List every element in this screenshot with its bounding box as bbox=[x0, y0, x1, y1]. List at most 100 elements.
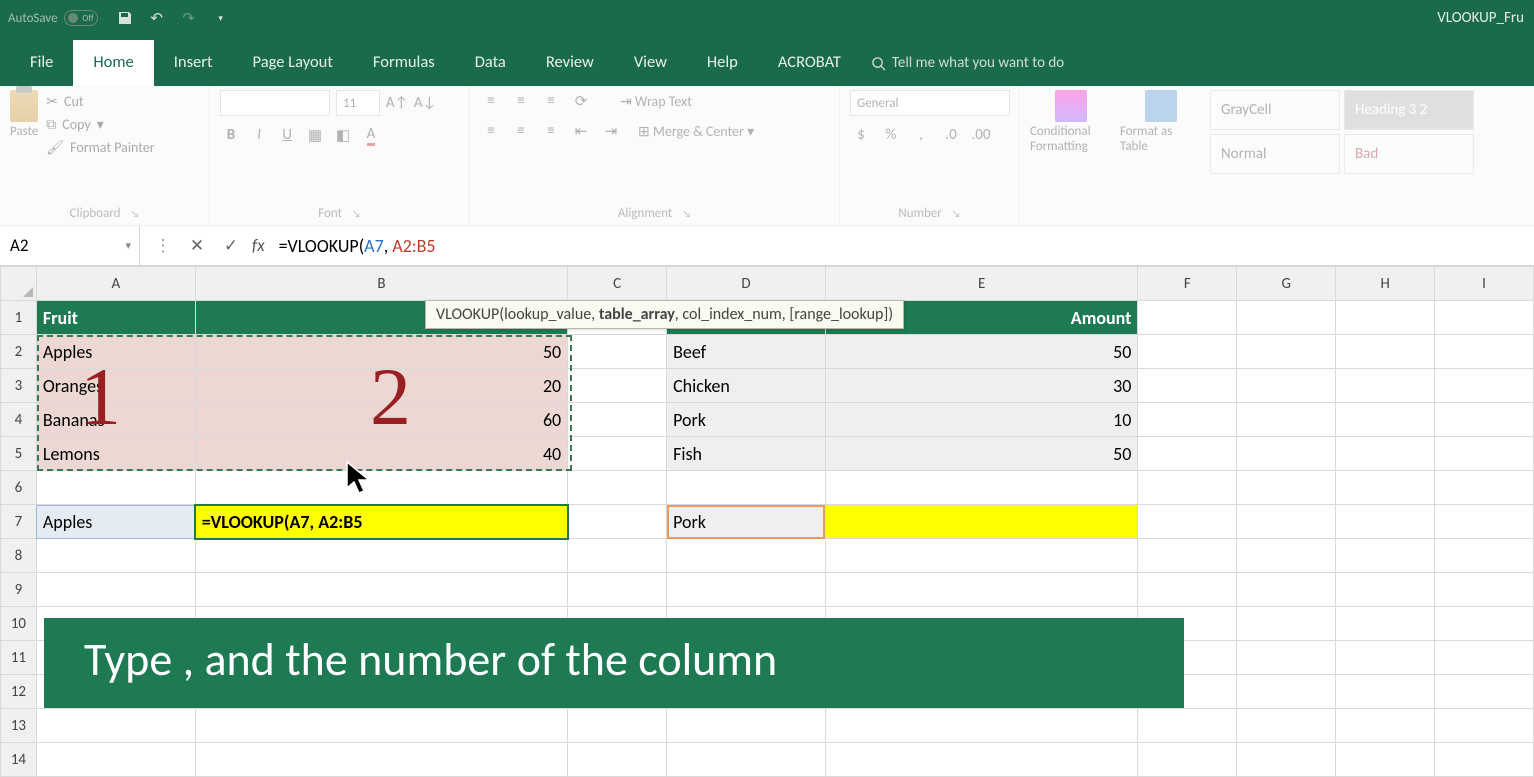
cell-D7[interactable]: Pork bbox=[667, 505, 826, 539]
row-header-13[interactable]: 13 bbox=[1, 709, 37, 743]
cell-F13[interactable] bbox=[1138, 709, 1237, 743]
enter-formula-icon[interactable]: ✓ bbox=[214, 235, 248, 256]
undo-icon[interactable]: ↶ bbox=[148, 9, 166, 27]
font-color-button[interactable]: A bbox=[360, 124, 382, 146]
cell-G2[interactable] bbox=[1237, 335, 1336, 369]
cell-E5[interactable]: 50 bbox=[825, 437, 1138, 471]
paste-button[interactable]: Paste bbox=[10, 90, 38, 159]
col-header-E[interactable]: E bbox=[825, 267, 1138, 301]
bold-button[interactable]: B bbox=[220, 124, 242, 146]
cell-E7[interactable] bbox=[825, 505, 1138, 539]
format-as-table-button[interactable]: Format as Table bbox=[1120, 90, 1202, 154]
cell-B2[interactable]: 50 bbox=[195, 335, 568, 369]
decrease-indent-icon[interactable]: ⇤ bbox=[570, 120, 592, 142]
italic-button[interactable]: I bbox=[248, 124, 270, 146]
col-header-F[interactable]: F bbox=[1138, 267, 1237, 301]
cell-I1[interactable] bbox=[1435, 301, 1534, 335]
row-header-5[interactable]: 5 bbox=[1, 437, 37, 471]
cell-H10[interactable] bbox=[1336, 607, 1435, 641]
align-center-icon[interactable]: ≡ bbox=[510, 120, 532, 142]
cell-B8[interactable] bbox=[195, 539, 568, 573]
name-box[interactable]: A2 bbox=[0, 226, 140, 265]
cell-G1[interactable] bbox=[1237, 301, 1336, 335]
cell-I13[interactable] bbox=[1435, 709, 1534, 743]
cell-H9[interactable] bbox=[1336, 573, 1435, 607]
cell-H13[interactable] bbox=[1336, 709, 1435, 743]
tab-formulas[interactable]: Formulas bbox=[353, 40, 455, 86]
cell-E4[interactable]: 10 bbox=[825, 403, 1138, 437]
cell-H6[interactable] bbox=[1336, 471, 1435, 505]
increase-indent-icon[interactable]: ⇥ bbox=[600, 120, 622, 142]
increase-decimal-icon[interactable]: .0 bbox=[940, 124, 962, 146]
autosave-toggle[interactable]: AutoSave Off bbox=[8, 10, 98, 26]
cell-D8[interactable] bbox=[667, 539, 826, 573]
align-right-icon[interactable]: ≡ bbox=[540, 120, 562, 142]
cell-I14[interactable] bbox=[1435, 743, 1534, 777]
cell-F14[interactable] bbox=[1138, 743, 1237, 777]
cell-I12[interactable] bbox=[1435, 675, 1534, 709]
cell-F4[interactable] bbox=[1138, 403, 1237, 437]
cell-C9[interactable] bbox=[568, 573, 667, 607]
cell-I2[interactable] bbox=[1435, 335, 1534, 369]
row-header-6[interactable]: 6 bbox=[1, 471, 37, 505]
formula-input[interactable]: =VLOOKUP(A7, A2:B5 bbox=[279, 235, 436, 257]
cell-D2[interactable]: Beef bbox=[667, 335, 826, 369]
cell-H11[interactable] bbox=[1336, 641, 1435, 675]
cell-H4[interactable] bbox=[1336, 403, 1435, 437]
cell-C6[interactable] bbox=[568, 471, 667, 505]
tab-page-layout[interactable]: Page Layout bbox=[233, 40, 353, 86]
cell-B4[interactable]: 60 bbox=[195, 403, 568, 437]
cell-H14[interactable] bbox=[1336, 743, 1435, 777]
tell-me-search[interactable]: Tell me what you want to do bbox=[861, 42, 1074, 86]
cell-C5[interactable] bbox=[568, 437, 667, 471]
cell-E6[interactable] bbox=[825, 471, 1138, 505]
cell-H7[interactable] bbox=[1336, 505, 1435, 539]
cell-F5[interactable] bbox=[1138, 437, 1237, 471]
cell-I9[interactable] bbox=[1435, 573, 1534, 607]
merge-center-button[interactable]: ⊞ Merge & Center ▾ bbox=[638, 123, 754, 140]
cell-B13[interactable] bbox=[195, 709, 568, 743]
col-header-H[interactable]: H bbox=[1336, 267, 1435, 301]
cell-A14[interactable] bbox=[36, 743, 195, 777]
row-header-7[interactable]: 7 bbox=[1, 505, 37, 539]
copy-button[interactable]: ⧉ Copy ▾ bbox=[46, 113, 154, 136]
cell-G6[interactable] bbox=[1237, 471, 1336, 505]
row-header-11[interactable]: 11 bbox=[1, 641, 37, 675]
row-header-10[interactable]: 10 bbox=[1, 607, 37, 641]
cell-A1[interactable]: Fruit bbox=[36, 301, 195, 335]
style-graycell[interactable]: GrayCell bbox=[1210, 90, 1340, 130]
decrease-decimal-icon[interactable]: .00 bbox=[970, 124, 992, 146]
cell-G7[interactable] bbox=[1237, 505, 1336, 539]
qat-customize-icon[interactable]: ▾ bbox=[212, 9, 230, 27]
cell-C13[interactable] bbox=[568, 709, 667, 743]
fill-color-button[interactable]: ◧ bbox=[332, 124, 354, 146]
cell-A4[interactable]: Bananas bbox=[36, 403, 195, 437]
cell-A13[interactable] bbox=[36, 709, 195, 743]
cell-C14[interactable] bbox=[568, 743, 667, 777]
cell-A5[interactable]: Lemons bbox=[36, 437, 195, 471]
style-bad[interactable]: Bad bbox=[1344, 134, 1474, 174]
tab-data[interactable]: Data bbox=[455, 40, 526, 86]
cell-I6[interactable] bbox=[1435, 471, 1534, 505]
cell-D5[interactable]: Fish bbox=[667, 437, 826, 471]
fx-icon[interactable]: fx bbox=[252, 235, 265, 256]
cell-H1[interactable] bbox=[1336, 301, 1435, 335]
format-painter-button[interactable]: 🖌 Format Painter bbox=[46, 136, 154, 159]
tab-home[interactable]: Home bbox=[73, 40, 153, 86]
row-header-4[interactable]: 4 bbox=[1, 403, 37, 437]
row-header-8[interactable]: 8 bbox=[1, 539, 37, 573]
cell-G12[interactable] bbox=[1237, 675, 1336, 709]
cell-F9[interactable] bbox=[1138, 573, 1237, 607]
cell-C3[interactable] bbox=[568, 369, 667, 403]
cell-C2[interactable] bbox=[568, 335, 667, 369]
underline-button[interactable]: U bbox=[276, 124, 298, 146]
cell-I8[interactable] bbox=[1435, 539, 1534, 573]
orientation-icon[interactable]: ⟳ bbox=[570, 90, 592, 112]
cell-A6[interactable] bbox=[36, 471, 195, 505]
cell-D14[interactable] bbox=[667, 743, 826, 777]
cell-F8[interactable] bbox=[1138, 539, 1237, 573]
cell-B5[interactable]: 40 bbox=[195, 437, 568, 471]
number-format-combo[interactable]: General bbox=[850, 90, 1010, 116]
cell-D9[interactable] bbox=[667, 573, 826, 607]
cell-A3[interactable]: Oranges bbox=[36, 369, 195, 403]
